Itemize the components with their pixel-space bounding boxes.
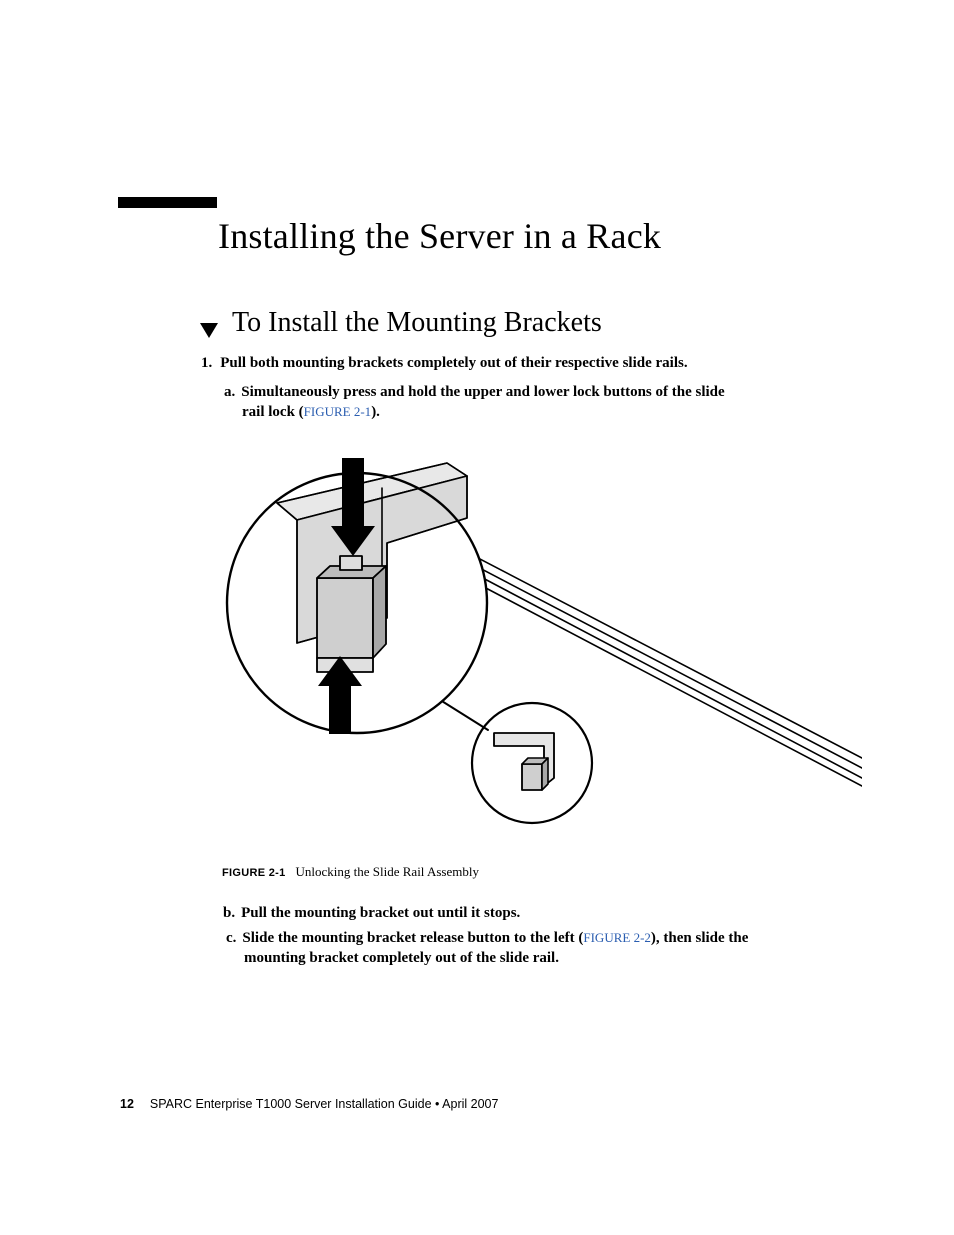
substep-letter: a. [224,384,235,400]
triangle-down-icon [200,323,218,338]
section-rule [118,197,217,208]
document-page: Installing the Server in a Rack To Insta… [0,0,954,1235]
figure-label: FIGURE 2-1 [222,867,286,879]
step-text: Pull both mounting brackets completely o… [220,355,687,371]
step-number: 1. [201,355,212,371]
figure-2-1-illustration [222,428,862,848]
substep-a: a. Simultaneously press and hold the uppe… [224,382,854,423]
figure-2-1-link[interactable]: FIGURE 2-1 [304,404,372,419]
substep-letter: c. [226,930,236,946]
page-number: 12 [120,1097,134,1111]
substep-b: b. Pull the mounting bracket out until it… [223,903,854,923]
substep-c: c. Slide the mounting bracket release but… [226,928,854,969]
task-heading: To Install the Mounting Brackets [232,307,602,339]
page-heading: Installing the Server in a Rack [218,215,661,257]
substep-a-line2b: ). [371,404,380,420]
substep-c-text2: ), then slide the [651,930,749,946]
page-footer: 12 SPARC Enterprise T1000 Server Installa… [120,1097,498,1111]
substep-a-line2a: rail lock ( [242,404,304,420]
step-1: 1. Pull both mounting brackets completely… [201,355,688,372]
substep-letter: b. [223,905,235,921]
figure-2-2-link[interactable]: FIGURE 2-2 [583,930,651,945]
substep-c-text1: Slide the mounting bracket release butto… [242,930,583,946]
figure-caption-text: Unlocking the Slide Rail Assembly [296,864,479,879]
substep-c-text3: mounting bracket completely out of the s… [244,948,854,968]
substep-a-line1: Simultaneously press and hold the upper … [241,384,724,400]
footer-text: SPARC Enterprise T1000 Server Installati… [150,1097,499,1111]
figure-caption: FIGURE 2-1 Unlocking the Slide Rail Assem… [222,864,479,880]
substep-b-text: Pull the mounting bracket out until it s… [241,905,520,921]
task-heading-row: To Install the Mounting Brackets [200,307,602,339]
